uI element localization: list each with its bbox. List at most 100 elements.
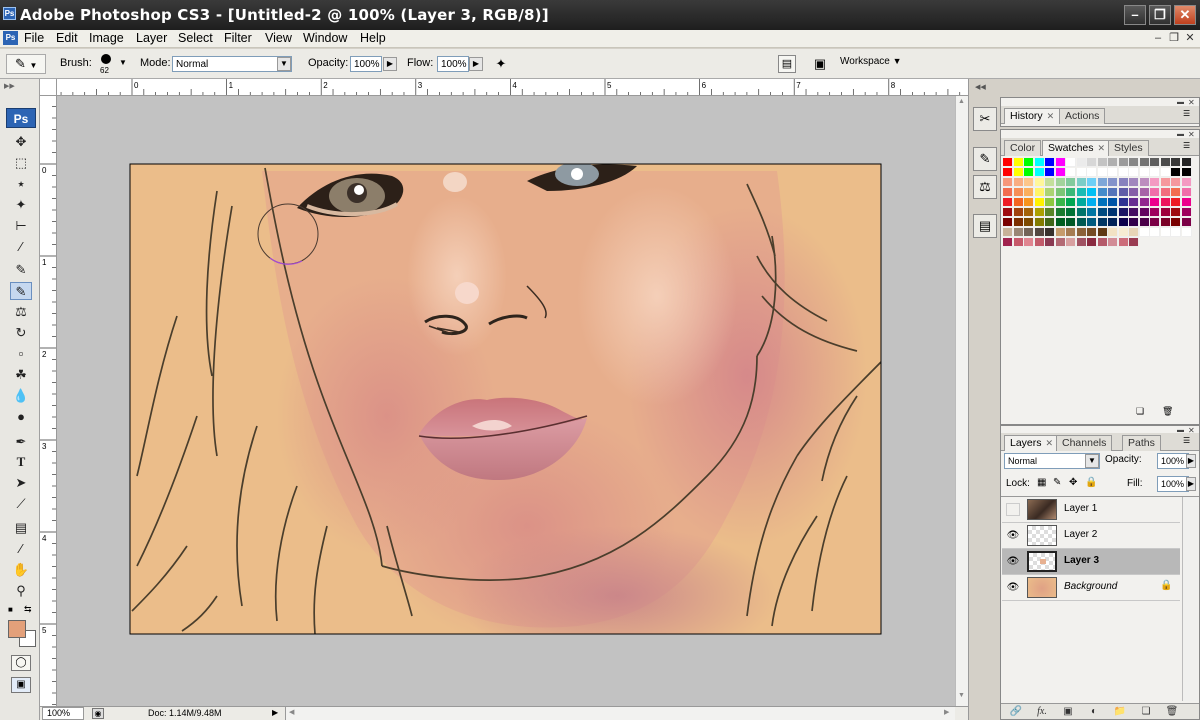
color-swatch[interactable] — [1076, 188, 1087, 197]
color-swatch[interactable] — [1013, 178, 1024, 187]
color-swatch[interactable] — [1171, 188, 1181, 197]
color-swatch[interactable] — [1045, 188, 1055, 197]
color-swatch[interactable] — [1129, 168, 1139, 177]
color-swatch[interactable] — [1129, 198, 1139, 207]
notes-tool-icon[interactable]: ▤ — [10, 519, 32, 537]
color-swatch[interactable] — [1024, 238, 1034, 247]
status-info-icon[interactable]: ◉ — [92, 708, 104, 719]
scroll-right-icon[interactable]: ▶ — [944, 708, 949, 716]
color-swatch[interactable] — [1066, 198, 1076, 207]
default-colors-icon[interactable]: ■ — [8, 605, 18, 615]
color-swatch[interactable] — [1118, 218, 1129, 227]
history-brush-icon[interactable]: ↻ — [10, 324, 32, 342]
canvas[interactable] — [57, 96, 955, 706]
color-swatch[interactable] — [1139, 228, 1150, 237]
color-swatch[interactable] — [1055, 178, 1066, 187]
color-swatch[interactable] — [1045, 238, 1055, 247]
color-swatch[interactable] — [1118, 228, 1129, 237]
tool-presets-panel-icon[interactable]: ✂ — [973, 107, 997, 131]
color-swatch[interactable] — [1150, 188, 1160, 197]
color-swatch[interactable] — [1171, 218, 1181, 227]
eye-icon[interactable]: 👁 — [1006, 529, 1020, 542]
color-swatch[interactable] — [1139, 198, 1150, 207]
color-swatch[interactable] — [1024, 168, 1034, 177]
eyedropper-2-icon[interactable]: ∕ — [10, 540, 32, 558]
new-swatch-icon[interactable]: ❏ — [1136, 406, 1144, 417]
crop-tool-icon[interactable]: ⊢ — [10, 217, 32, 235]
tab-color[interactable]: Color — [1004, 140, 1042, 156]
color-swatch[interactable] — [1150, 198, 1160, 207]
tab-close-icon[interactable]: ✕ — [1046, 438, 1054, 448]
color-swatch[interactable] — [1055, 238, 1066, 247]
color-swatch[interactable] — [1066, 238, 1076, 247]
tab-channels[interactable]: Channels — [1056, 435, 1113, 451]
color-swatch[interactable] — [1087, 238, 1097, 247]
color-swatch[interactable] — [1097, 168, 1108, 177]
color-swatch[interactable] — [1076, 158, 1087, 167]
color-swatch[interactable] — [1181, 178, 1192, 187]
airbrush-icon[interactable]: ✦ — [490, 54, 512, 74]
color-swatch[interactable] — [1118, 178, 1129, 187]
menu-view[interactable]: View — [265, 31, 292, 45]
color-swatch[interactable] — [1150, 208, 1160, 217]
menu-select[interactable]: Select — [178, 31, 213, 45]
flow-arrow-icon[interactable]: ▶ — [469, 57, 483, 71]
color-swatch[interactable] — [1087, 188, 1097, 197]
color-swatch[interactable] — [1160, 228, 1171, 237]
color-swatch[interactable] — [1150, 168, 1160, 177]
color-swatch[interactable] — [1003, 228, 1013, 237]
visibility-empty[interactable] — [1006, 503, 1020, 516]
color-swatch[interactable] — [1045, 208, 1055, 217]
color-swatch[interactable] — [1118, 198, 1129, 207]
brushes-panel-icon[interactable]: ✎ — [973, 147, 997, 171]
close-icon[interactable]: ✕ — [1174, 5, 1196, 25]
color-swatch[interactable] — [1097, 178, 1108, 187]
color-swatch[interactable] — [1118, 158, 1129, 167]
color-swatch[interactable] — [1118, 208, 1129, 217]
color-swatch[interactable] — [1034, 198, 1045, 207]
opacity-input[interactable]: 100% — [350, 56, 382, 72]
color-swatch[interactable] — [1181, 218, 1192, 227]
dodge-tool-icon[interactable]: ● — [10, 408, 32, 426]
magic-wand-icon[interactable]: ✦ — [10, 196, 32, 214]
layer-row[interactable]: 👁 Layer 2 — [1002, 523, 1180, 549]
color-swatch[interactable] — [1013, 218, 1024, 227]
delete-layer-icon[interactable]: 🗑 — [1165, 705, 1179, 719]
color-swatch[interactable] — [1013, 228, 1024, 237]
color-swatch[interactable] — [1171, 168, 1181, 177]
layer-name[interactable]: Layer 1 — [1064, 503, 1097, 514]
zoom-tool-icon[interactable]: ⚲ — [10, 582, 32, 600]
color-swatch[interactable] — [1108, 178, 1118, 187]
color-swatch[interactable] — [1118, 188, 1129, 197]
clone-source-panel-icon[interactable]: ⚖ — [973, 175, 997, 199]
layer-style-icon[interactable]: fx. — [1035, 705, 1049, 719]
color-swatch[interactable] — [1108, 188, 1118, 197]
layer-name[interactable]: Background — [1064, 581, 1117, 592]
color-swatch[interactable] — [1034, 158, 1045, 167]
color-swatch[interactable] — [1129, 228, 1139, 237]
color-swatch[interactable] — [1171, 228, 1181, 237]
color-swatch[interactable] — [1045, 198, 1055, 207]
toolbox-grip[interactable]: ▶▶ — [4, 82, 36, 92]
blur-tool-icon[interactable]: 💧 — [10, 387, 32, 405]
color-swatch[interactable] — [1034, 228, 1045, 237]
color-swatch[interactable] — [1171, 178, 1181, 187]
color-swatch[interactable] — [1097, 238, 1108, 247]
color-swatch[interactable] — [1013, 238, 1024, 247]
color-swatch[interactable] — [1097, 208, 1108, 217]
color-swatch[interactable] — [1181, 208, 1192, 217]
color-swatch[interactable] — [1139, 188, 1150, 197]
color-swatch[interactable] — [1150, 158, 1160, 167]
info-panel-icon[interactable]: ▤ — [973, 214, 997, 238]
tab-paths[interactable]: Paths — [1122, 435, 1161, 451]
move-tool-icon[interactable]: ✥ — [10, 133, 32, 151]
color-swatch[interactable] — [1139, 158, 1150, 167]
lock-image-icon[interactable]: ✎ — [1053, 477, 1061, 488]
lock-all-icon[interactable]: 🔒 — [1085, 477, 1097, 488]
tab-close-icon[interactable]: ✕ — [1047, 111, 1055, 121]
layer-row[interactable]: 👁 Background 🔒 — [1002, 575, 1180, 601]
color-swatch[interactable] — [1108, 208, 1118, 217]
doc-minimize-icon[interactable]: – — [1151, 32, 1165, 45]
color-swatch[interactable] — [1003, 208, 1013, 217]
color-swatch[interactable] — [1181, 168, 1192, 177]
